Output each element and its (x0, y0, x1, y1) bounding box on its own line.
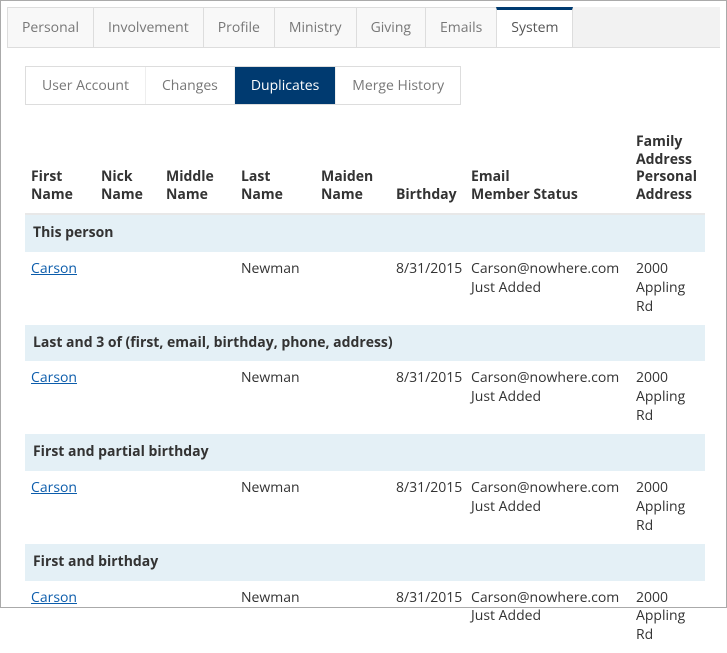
person-link[interactable]: Carson (31, 259, 77, 278)
cell-middle (160, 581, 235, 653)
sub-tab-bar: User Account Changes Duplicates Merge Hi… (25, 66, 461, 105)
tab-giving[interactable]: Giving (356, 7, 426, 47)
subtab-merge-history[interactable]: Merge History (336, 67, 460, 104)
cell-maiden (315, 581, 390, 653)
cell-maiden (315, 361, 390, 434)
cell-last: Newman (235, 581, 315, 653)
table-row: Carson Newman 8/31/2015Carson@nowhere.comJ… (25, 471, 705, 544)
cell-nick (95, 252, 160, 325)
cell-nick (95, 471, 160, 544)
table-row: Carson Newman 8/31/2015Carson@nowhere.comJ… (25, 252, 705, 325)
cell-email-status: Carson@nowhere.comJust Added (465, 471, 630, 544)
header-last-name: Last Name (235, 127, 315, 214)
header-first-name: First Name (25, 127, 95, 214)
cell-last: Newman (235, 361, 315, 434)
cell-email-status: Carson@nowhere.comJust Added (465, 581, 630, 653)
cell-address: 2000 Appling Rd (630, 581, 705, 653)
table-row: Carson Newman 8/31/2015Carson@nowhere.comJ… (25, 581, 705, 653)
cell-birthday: 8/31/2015 (390, 471, 465, 544)
header-maiden-name: Maiden Name (315, 127, 390, 214)
group-header: This person (25, 214, 705, 252)
subtab-changes[interactable]: Changes (146, 67, 235, 104)
cell-birthday: 8/31/2015 (390, 361, 465, 434)
cell-middle (160, 471, 235, 544)
cell-email-status: Carson@nowhere.comJust Added (465, 252, 630, 325)
cell-address: 2000 Appling Rd (630, 471, 705, 544)
group-title: First and birthday (25, 544, 705, 581)
header-birthday: Birthday (390, 127, 465, 214)
cell-address: 2000 Appling Rd (630, 361, 705, 434)
cell-birthday: 8/31/2015 (390, 581, 465, 653)
tab-emails[interactable]: Emails (425, 7, 497, 47)
group-title: First and partial birthday (25, 434, 705, 471)
group-title: This person (25, 214, 705, 252)
header-email-status: Email Member Status (465, 127, 630, 214)
group-header: First and partial birthday (25, 434, 705, 471)
cell-maiden (315, 252, 390, 325)
person-link[interactable]: Carson (31, 478, 77, 497)
cell-nick (95, 361, 160, 434)
tab-profile[interactable]: Profile (203, 7, 275, 47)
tab-involvement[interactable]: Involvement (93, 7, 204, 47)
group-header: Last and 3 of (first, email, birthday, p… (25, 325, 705, 362)
cell-last: Newman (235, 471, 315, 544)
top-tab-bar: Personal Involvement Profile Ministry Gi… (7, 7, 720, 48)
tab-system[interactable]: System (496, 7, 573, 47)
table-row: Carson Newman 8/31/2015Carson@nowhere.comJ… (25, 361, 705, 434)
subtab-duplicates[interactable]: Duplicates (235, 67, 336, 104)
tab-ministry[interactable]: Ministry (274, 7, 357, 47)
cell-address: 2000 Appling Rd (630, 252, 705, 325)
cell-middle (160, 252, 235, 325)
header-address: Family Address Personal Address (630, 127, 705, 214)
duplicates-table: First Name Nick Name Middle Name Last Na… (25, 127, 705, 653)
cell-birthday: 8/31/2015 (390, 252, 465, 325)
header-nick-name: Nick Name (95, 127, 160, 214)
cell-maiden (315, 471, 390, 544)
header-middle-name: Middle Name (160, 127, 235, 214)
cell-last: Newman (235, 252, 315, 325)
person-link[interactable]: Carson (31, 368, 77, 387)
cell-middle (160, 361, 235, 434)
cell-email-status: Carson@nowhere.comJust Added (465, 361, 630, 434)
group-title: Last and 3 of (first, email, birthday, p… (25, 325, 705, 362)
tab-personal[interactable]: Personal (7, 7, 94, 47)
subtab-user-account[interactable]: User Account (26, 67, 146, 104)
cell-nick (95, 581, 160, 653)
group-header: First and birthday (25, 544, 705, 581)
person-link[interactable]: Carson (31, 588, 77, 607)
